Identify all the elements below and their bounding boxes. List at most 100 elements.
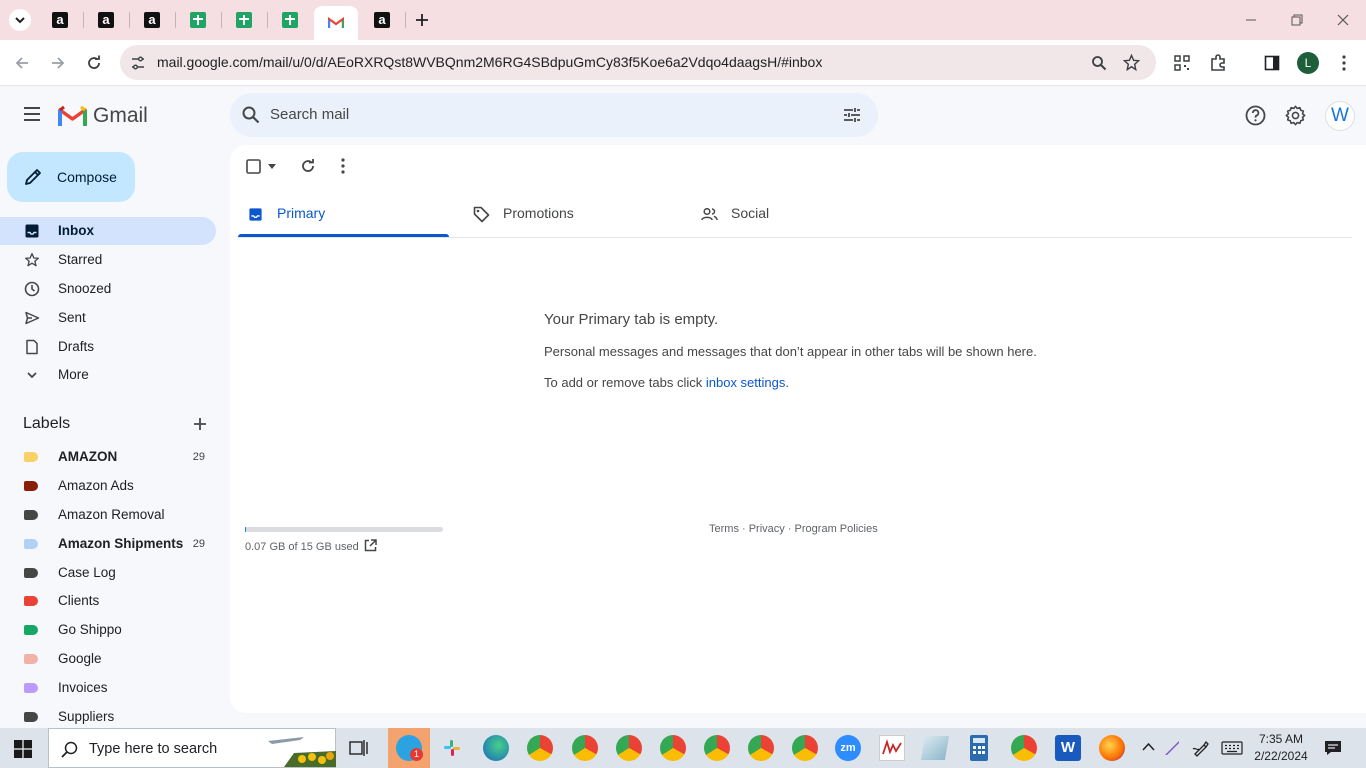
gmail-logo[interactable]: Gmail <box>58 104 148 128</box>
notification-center-button[interactable] <box>1324 739 1342 757</box>
label-item-suppliers[interactable]: Suppliers <box>0 703 216 728</box>
site-settings-icon[interactable] <box>130 55 146 71</box>
browser-tab-amazon[interactable]: a <box>367 6 397 34</box>
browser-tab-amazon[interactable]: a <box>137 6 167 34</box>
label-name: AMAZON <box>58 449 118 464</box>
taskbar-app-chrome-profile-4[interactable] <box>660 735 686 761</box>
search-input[interactable]: Search mail <box>270 106 349 123</box>
ink-workspace-button[interactable] <box>1192 739 1210 757</box>
search-icon[interactable] <box>242 106 260 124</box>
taskbar-app-chrome-profile-7[interactable] <box>792 735 818 761</box>
label-item-google[interactable]: Google <box>0 645 216 673</box>
browser-tab-amazon[interactable]: a <box>45 6 75 34</box>
sidebar-item-more[interactable]: More <box>0 361 216 389</box>
support-button[interactable] <box>1245 105 1266 126</box>
minimize-button[interactable] <box>1239 8 1263 32</box>
taskbar-app-telegram[interactable]: 1 <box>388 728 430 768</box>
browser-tab-sheets[interactable] <box>183 6 213 34</box>
compose-button[interactable]: Compose <box>7 152 135 202</box>
settings-button[interactable] <box>1285 105 1306 126</box>
sheets-icon <box>236 12 252 28</box>
side-panel-button[interactable] <box>1261 52 1283 74</box>
taskbar-search-input[interactable]: Type here to search <box>89 741 217 757</box>
profile-avatar[interactable]: L <box>1297 52 1319 74</box>
chevron-down-icon <box>27 372 37 379</box>
label-tag-icon <box>24 625 38 635</box>
footer-links[interactable]: Terms · Privacy · Program Policies <box>709 523 878 535</box>
tab-search-button[interactable] <box>9 9 31 31</box>
empty-state-description: Personal messages and messages that don’… <box>544 344 1037 359</box>
zoom-icon[interactable] <box>1091 55 1107 71</box>
taskbar-app-slack[interactable] <box>438 728 466 768</box>
label-item-clients[interactable]: Clients <box>0 587 216 615</box>
caret-down-icon[interactable] <box>268 164 276 169</box>
back-button[interactable] <box>11 52 33 74</box>
clock-date: 2/22/2024 <box>1254 749 1308 763</box>
search-options-icon[interactable] <box>843 106 861 124</box>
bookmark-star-icon[interactable] <box>1123 54 1140 71</box>
windows-logo-icon <box>14 740 32 758</box>
taskbar-app-edge[interactable] <box>483 735 509 761</box>
start-button[interactable] <box>14 740 32 758</box>
manage-storage-link[interactable] <box>364 539 377 552</box>
touch-keyboard-button[interactable] <box>1221 741 1243 755</box>
pen-menu-button[interactable] <box>1163 739 1181 757</box>
sidebar-item-sent[interactable]: Sent <box>0 304 216 332</box>
select-all-checkbox[interactable] <box>246 159 276 174</box>
more-actions-button[interactable] <box>341 158 345 174</box>
close-window-button[interactable] <box>1331 8 1355 32</box>
taskbar-app-word[interactable]: W <box>1055 735 1081 761</box>
refresh-button[interactable] <box>300 158 316 174</box>
restore-button[interactable] <box>1285 8 1309 32</box>
reload-button[interactable] <box>83 52 105 74</box>
sidebar-item-inbox[interactable]: Inbox <box>0 217 216 245</box>
browser-tab-strip: a a a a <box>0 0 1366 40</box>
forward-button[interactable] <box>47 52 69 74</box>
label-item-amazon-ads[interactable]: Amazon Ads <box>0 472 216 500</box>
browser-tab-gmail[interactable] <box>314 6 358 40</box>
extensions-button[interactable] <box>1207 52 1229 74</box>
browser-tab-sheets[interactable] <box>229 6 259 34</box>
create-label-button[interactable] <box>192 416 208 432</box>
url-text[interactable]: mail.google.com/mail/u/0/d/AEoRXRQst8WVB… <box>157 54 822 70</box>
account-avatar[interactable]: W <box>1325 101 1355 131</box>
side-panel-icon <box>1264 55 1280 71</box>
taskbar-app-firefox[interactable] <box>1099 735 1125 761</box>
tab-social[interactable]: Social <box>692 201 903 239</box>
taskbar-app-chrome-profile-6[interactable] <box>748 735 774 761</box>
browser-tab-sheets[interactable] <box>275 6 305 34</box>
label-item-go-shippo[interactable]: Go Shippo <box>0 616 216 644</box>
slack-icon <box>444 740 460 756</box>
sidebar-item-snoozed[interactable]: Snoozed <box>0 275 216 303</box>
send-icon <box>25 311 40 325</box>
sidebar-item-drafts[interactable]: Drafts <box>0 333 216 361</box>
browser-menu-button[interactable] <box>1333 52 1355 74</box>
taskbar-app-chrome-profile-2[interactable] <box>572 735 598 761</box>
address-bar[interactable]: mail.google.com/mail/u/0/d/AEoRXRQst8WVB… <box>120 45 1156 80</box>
taskbar-app-notes[interactable] <box>920 736 950 760</box>
taskbar-app-zoom[interactable]: zm <box>835 735 861 761</box>
label-item-amazon-shipments[interactable]: Amazon Shipments 29 <box>0 530 216 558</box>
taskbar-clock[interactable]: 7:35 AM 2/22/2024 <box>1250 731 1312 765</box>
sidebar-item-starred[interactable]: Starred <box>0 246 216 274</box>
label-item-case-log[interactable]: Case Log <box>0 559 216 587</box>
taskbar-app-chrome-profile-5[interactable] <box>704 735 730 761</box>
new-tab-button[interactable] <box>407 6 437 34</box>
browser-tab-amazon[interactable]: a <box>91 6 121 34</box>
taskbar-app-chrome[interactable] <box>1011 735 1037 761</box>
taskbar-app-chart-tool[interactable] <box>879 735 905 761</box>
taskbar-search-box[interactable]: Type here to search <box>48 728 336 768</box>
tab-promotions[interactable]: Promotions <box>464 201 675 239</box>
label-item-amazon[interactable]: AMAZON 29 <box>0 443 216 471</box>
show-hidden-icons-button[interactable] <box>1142 742 1155 751</box>
taskbar-app-calculator[interactable] <box>970 735 988 761</box>
taskbar-app-chrome-profile-3[interactable] <box>616 735 642 761</box>
main-menu-button[interactable] <box>22 106 42 122</box>
search-bar[interactable]: Search mail <box>230 93 878 137</box>
inbox-settings-link[interactable]: inbox settings <box>706 375 786 390</box>
label-item-amazon-removal[interactable]: Amazon Removal <box>0 501 216 529</box>
qr-code-button[interactable] <box>1171 52 1193 74</box>
label-item-invoices[interactable]: Invoices <box>0 674 216 702</box>
task-view-button[interactable] <box>349 739 369 757</box>
taskbar-app-chrome-profile-1[interactable] <box>527 735 553 761</box>
